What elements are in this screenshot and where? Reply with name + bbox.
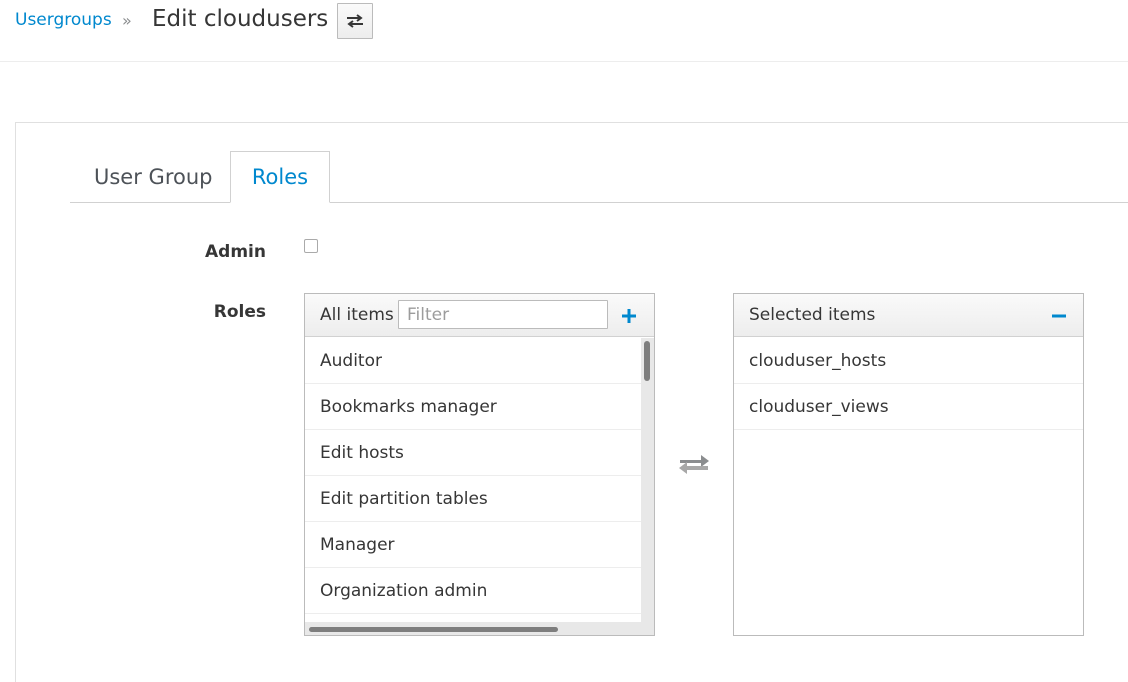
admin-label: Admin [205,242,266,262]
tab-user-group[interactable]: User Group [70,151,230,203]
switch-button[interactable] [337,3,373,39]
all-items-title: All items [320,305,394,325]
list-item[interactable]: Organization admin [305,568,641,614]
switch-arrows-icon [347,14,363,28]
list-item[interactable]: clouduser_views [734,384,1083,430]
add-all-button[interactable] [618,305,640,327]
vertical-scrollbar-thumb[interactable] [644,341,650,381]
breadcrumb-usergroups-link[interactable]: Usergroups [15,10,112,30]
minus-icon [1052,314,1066,318]
all-items-header: All items [305,294,654,337]
selected-items-title: Selected items [749,305,876,325]
selected-items-list: Selected items clouduser_hosts clouduser… [733,293,1084,636]
breadcrumb-separator: » [122,11,132,30]
tab-roles[interactable]: Roles [230,151,330,203]
filter-input[interactable] [398,300,608,329]
plus-icon [622,309,636,323]
list-item[interactable]: Edit partition tables [305,476,641,522]
list-item[interactable]: Auditor [305,338,641,384]
page-header: Usergroups » Edit cloudusers [0,0,1128,62]
remove-all-button[interactable] [1048,305,1070,327]
roles-label: Roles [213,302,266,322]
all-items-list: All items Auditor Bookmarks manager Edit… [304,293,655,636]
list-item[interactable]: Manager [305,522,641,568]
list-item[interactable]: Edit hosts [305,430,641,476]
list-item[interactable]: clouduser_hosts [734,338,1083,384]
admin-checkbox[interactable] [304,239,318,253]
transfer-arrows-icon [679,455,709,474]
page-title: Edit cloudusers [152,6,329,32]
selected-items-header: Selected items [734,294,1083,337]
horizontal-scrollbar-thumb[interactable] [309,627,558,632]
list-item[interactable]: Bookmarks manager [305,384,641,430]
transfer-button[interactable] [676,451,712,477]
